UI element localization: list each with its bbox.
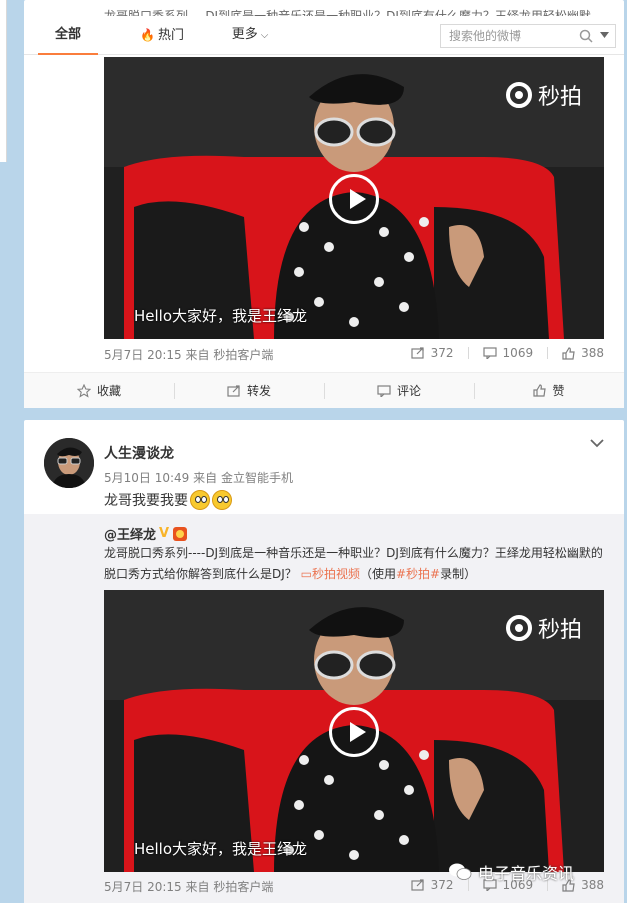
miaopai-watermark: 秒拍 (505, 79, 582, 111)
post-time[interactable]: 5月10日 10:49 (104, 471, 189, 485)
feed-tab-bar: 全部 🔥 热门 更多 ⌵ (24, 16, 624, 55)
verified-badge-icon: V (159, 526, 170, 541)
like-label: 赞 (552, 384, 565, 398)
repost-stat[interactable]: 372 (411, 346, 454, 360)
search-dropdown-caret-icon[interactable] (600, 32, 609, 38)
post-time[interactable]: 5月7日 20:15 (104, 880, 182, 894)
like-count: 388 (581, 346, 604, 360)
divider (467, 347, 469, 359)
tab-more[interactable]: 更多 ⌵ (220, 16, 280, 54)
post-meta-row-1: 5月7日 20:15 来自 秒拍客户端 372 1069 388 (104, 346, 604, 364)
search-icon[interactable] (579, 29, 593, 43)
comment-icon (482, 347, 497, 359)
favorite-button[interactable]: 收藏 (24, 373, 174, 408)
tab-all-label: 全部 (54, 27, 81, 42)
comment-stat[interactable]: 1069 (482, 346, 534, 360)
miaopai-logo-icon (505, 82, 532, 108)
repost-label: 转发 (246, 384, 271, 398)
comment-button[interactable]: 评论 (324, 373, 474, 408)
member-badge-icon (173, 526, 188, 541)
repost-author[interactable]: @王绎龙 V (104, 524, 188, 543)
post-time-source: 5月7日 20:15 来自 秒拍客户端 (104, 878, 273, 895)
repost-count: 372 (430, 346, 454, 360)
repost-button[interactable]: 转发 (174, 373, 324, 408)
post-time-source: 5月10日 10:49 来自 金立智能手机 (104, 469, 293, 486)
flame-icon: 🔥 (140, 28, 155, 42)
repost-icon (411, 879, 424, 891)
post-text: 龙哥我要我要 (104, 490, 232, 510)
left-panel-edge (0, 0, 7, 162)
post-stats: 372 1069 388 (397, 346, 604, 360)
repost-icon (227, 384, 240, 397)
post-text-body: 龙哥我要我要 (104, 493, 188, 509)
miaopai-watermark: 秒拍 (505, 612, 582, 644)
video-player-1[interactable]: 秒拍 Hello大家好，我是王绎龙 (104, 57, 604, 339)
miaopai-logo-icon (505, 615, 532, 641)
wechat-watermark: 电子音乐资讯 (448, 860, 574, 884)
post-time[interactable]: 5月7日 20:15 (104, 348, 182, 362)
divider (547, 347, 549, 359)
repost-text-end: 录制） (440, 567, 477, 581)
video-subtitle: Hello大家好，我是王绎龙 (134, 840, 308, 858)
tab-more-label: 更多 (231, 27, 258, 42)
tab-all[interactable]: 全部 (38, 16, 98, 55)
star-icon (76, 383, 91, 398)
thumbs-up-icon (562, 346, 575, 360)
video-link-icon: ▭ (300, 567, 312, 581)
like-button[interactable]: 赞 (474, 373, 624, 408)
avatar[interactable] (44, 438, 94, 488)
play-button[interactable] (329, 707, 379, 757)
post-source[interactable]: 来自 秒拍客户端 (186, 348, 274, 362)
hashtag-link[interactable]: #秒拍# (396, 567, 440, 581)
search-input[interactable] (441, 25, 581, 47)
chevron-down-icon[interactable] (590, 438, 604, 448)
post-action-bar: 收藏 转发 评论 赞 (24, 372, 624, 408)
thumbs-up-icon (533, 384, 547, 397)
post-source[interactable]: 来自 秒拍客户端 (186, 880, 274, 894)
video-subtitle: Hello大家好，我是王绎龙 (134, 307, 308, 325)
play-button[interactable] (329, 174, 379, 224)
like-count: 388 (581, 878, 604, 892)
video-link[interactable]: 秒拍视频 (312, 567, 360, 581)
post-time-source: 5月7日 20:15 来自 秒拍客户端 (104, 346, 273, 363)
comment-label: 评论 (396, 384, 421, 398)
post-source[interactable]: 来自 金立智能手机 (193, 471, 293, 485)
wechat-watermark-label: 电子音乐资讯 (478, 864, 575, 883)
emoji-icon (212, 490, 232, 510)
chevron-down-icon: ⌵ (260, 30, 269, 41)
emoji-icon (190, 490, 210, 510)
repost-text: 龙哥脱口秀系列----DJ到底是一种音乐还是一种职业？DJ到底有什么魔力？王绎龙… (104, 543, 604, 585)
repost-icon (411, 347, 424, 359)
miaopai-watermark-label: 秒拍 (537, 618, 582, 643)
comment-count: 1069 (502, 346, 534, 360)
repost-author-name: @王绎龙 (104, 528, 157, 543)
comment-icon (377, 384, 391, 397)
miaopai-watermark-label: 秒拍 (537, 85, 582, 110)
search-box (440, 24, 616, 48)
tab-hot-label: 热门 (157, 28, 184, 43)
post-username[interactable]: 人生漫谈龙 (104, 443, 174, 463)
wechat-icon (449, 863, 472, 880)
tab-hot[interactable]: 🔥 热门 (132, 16, 192, 54)
avatar-image (44, 438, 94, 488)
like-stat[interactable]: 388 (562, 346, 604, 360)
favorite-label: 收藏 (96, 384, 121, 398)
repost-text-suffix: （使用 (359, 567, 396, 581)
video-player-2[interactable]: 秒拍 Hello大家好，我是王绎龙 (104, 590, 604, 872)
